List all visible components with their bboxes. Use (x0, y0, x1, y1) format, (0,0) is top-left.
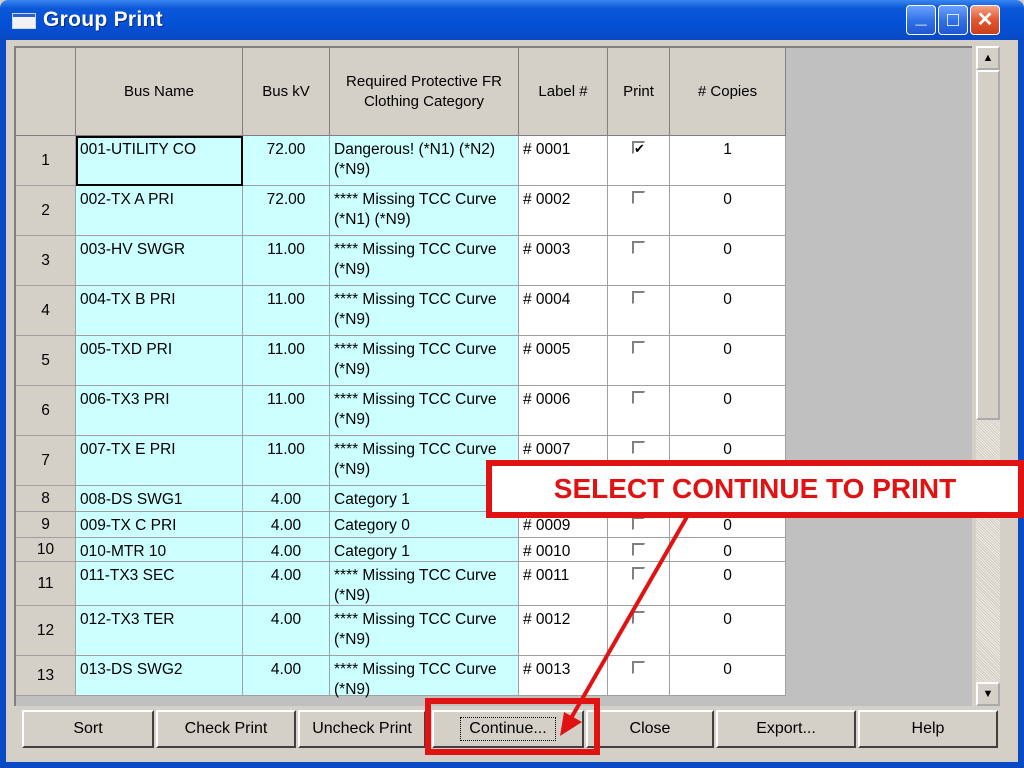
annotation-arrow (560, 514, 690, 736)
annotation-callout: SELECT CONTINUE TO PRINT (486, 460, 1024, 518)
continue-highlight-box (425, 698, 600, 755)
